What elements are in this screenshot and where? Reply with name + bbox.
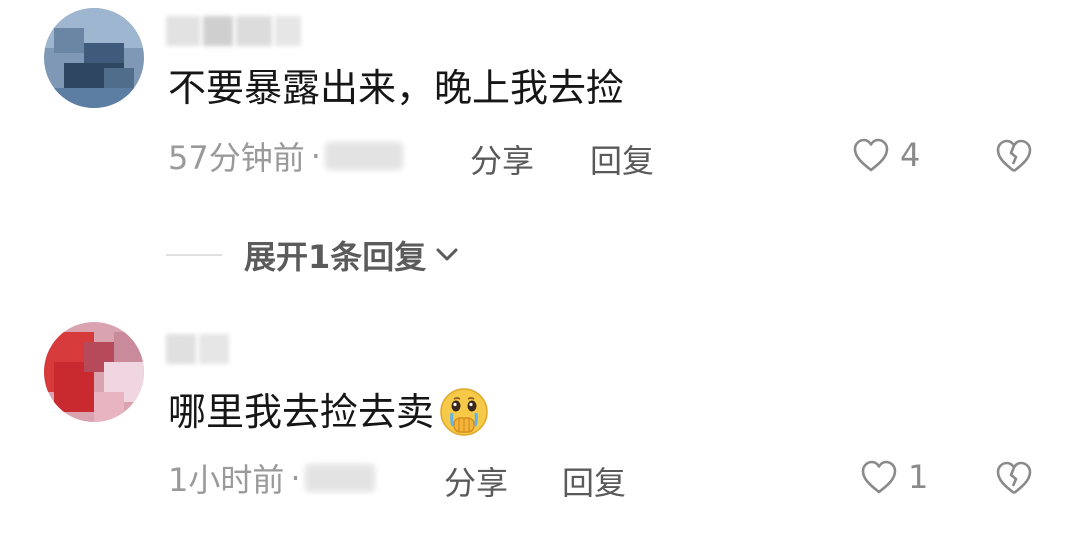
dislike-button[interactable] (994, 138, 1034, 178)
share-button[interactable]: 分享 (444, 458, 508, 504)
comment-text: 不要暴露出来，晚上我去捡 (168, 66, 625, 110)
comment-time: 1小时前 (168, 461, 285, 499)
meta-separator: · (310, 137, 321, 175)
dislike-button[interactable] (994, 460, 1034, 500)
like-button[interactable]: 1 (860, 458, 928, 496)
divider-line (166, 254, 222, 256)
expand-replies-button[interactable]: 展开1条回复 (166, 232, 462, 278)
chevron-down-icon (436, 248, 458, 261)
share-button[interactable]: 分享 (470, 136, 534, 182)
like-count: 1 (908, 458, 929, 496)
location-blurred (324, 142, 403, 170)
like-button[interactable]: 4 (852, 136, 920, 174)
heart-icon (861, 460, 897, 494)
expand-replies-label: 展开1条回复 (244, 238, 427, 276)
username[interactable] (166, 16, 306, 46)
comment-meta: 1小时前 · (168, 458, 375, 499)
heart-icon (853, 138, 889, 172)
location-blurred (304, 464, 375, 492)
comment-time: 57分钟前 (168, 139, 305, 177)
crying-face-covering-mouth-emoji (440, 388, 488, 436)
avatar[interactable] (44, 322, 144, 422)
avatar[interactable] (44, 8, 144, 108)
reply-button[interactable]: 回复 (562, 458, 626, 504)
broken-heart-icon (996, 461, 1032, 495)
like-count: 4 (900, 136, 921, 174)
username[interactable] (166, 334, 236, 364)
comment-text: 哪里我去捡去卖 (168, 386, 490, 438)
meta-separator: · (290, 459, 301, 497)
reply-button[interactable]: 回复 (590, 136, 654, 182)
comment-meta: 57分钟前 · (168, 136, 403, 177)
broken-heart-icon (996, 139, 1032, 173)
